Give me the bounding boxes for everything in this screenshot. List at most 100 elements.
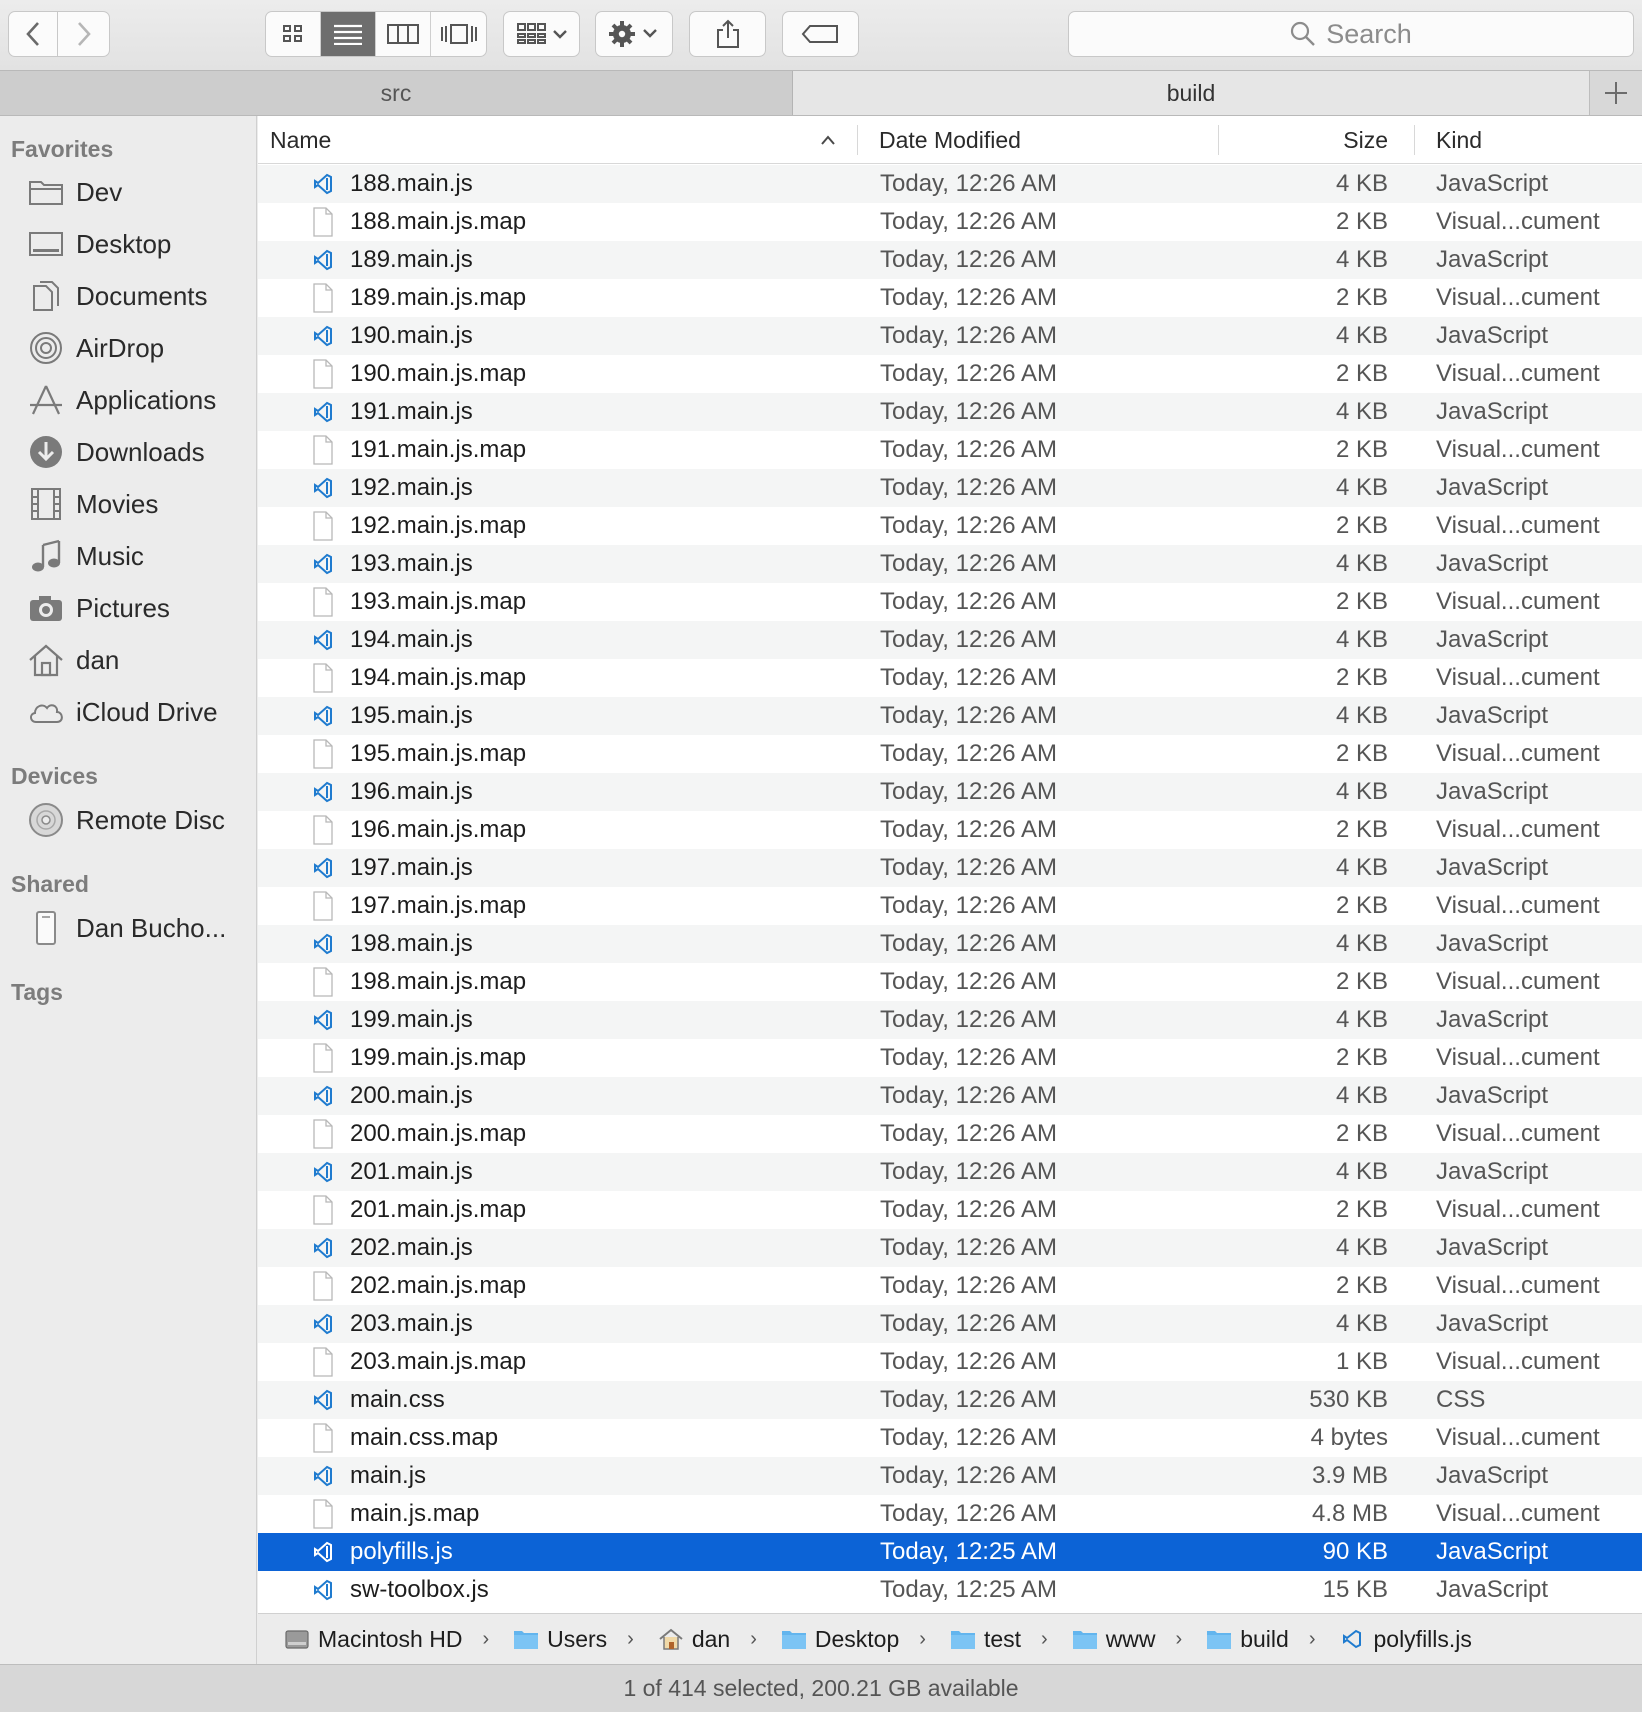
path-segment[interactable]: Macintosh HD › [284, 1626, 489, 1653]
tab-src[interactable]: src [0, 71, 793, 115]
file-row[interactable]: 194.main.js.map Today, 12:26 AM 2 KB Visual… [258, 659, 1642, 697]
icon-view-button[interactable] [266, 12, 321, 56]
file-size: 2 KB [1335, 208, 1388, 235]
file-row[interactable]: 197.main.js.map Today, 12:26 AM 2 KB Visual… [258, 887, 1642, 925]
file-row[interactable]: 194.main.js Today, 12:26 AM 4 KB JavaScript [258, 621, 1642, 659]
chevron-right-icon: › [1175, 1627, 1183, 1650]
file-size: 15 KB [1322, 1576, 1388, 1603]
document-icon [313, 1195, 333, 1225]
vscode-file-icon [314, 1389, 332, 1411]
file-kind: JavaScript [1436, 1576, 1549, 1603]
file-row[interactable]: 201.main.js Today, 12:26 AM 4 KB JavaScript [258, 1153, 1642, 1191]
file-row[interactable]: 200.main.js Today, 12:26 AM 4 KB JavaScript [258, 1077, 1642, 1115]
file-row[interactable]: 202.main.js.map Today, 12:26 AM 2 KB Visual… [258, 1267, 1642, 1305]
file-kind: Visual...cument [1436, 436, 1600, 463]
forward-icon [77, 22, 91, 46]
sidebar-item-documents[interactable]: Documents [0, 272, 256, 320]
sidebar-item-music[interactable]: Music [0, 532, 256, 580]
tab-build[interactable]: build [793, 71, 1590, 115]
file-row[interactable]: main.js Today, 12:26 AM 3.9 MB JavaScript [258, 1457, 1642, 1495]
file-row[interactable]: 202.main.js Today, 12:26 AM 4 KB JavaScript [258, 1229, 1642, 1267]
path-segment[interactable]: dan › [658, 1626, 757, 1653]
desktop-icon [29, 232, 63, 256]
sidebar-item-desktop[interactable]: Desktop [0, 220, 256, 268]
path-segment[interactable]: test › [950, 1626, 1048, 1653]
sidebar-item-dan[interactable]: dan [0, 636, 256, 684]
column-separator [1218, 125, 1219, 155]
column-date-header[interactable]: Date Modified [879, 116, 1021, 164]
tags-button[interactable] [782, 11, 859, 57]
path-segment-label: build [1240, 1625, 1289, 1652]
file-row[interactable]: 188.main.js Today, 12:26 AM 4 KB JavaScript [258, 165, 1642, 203]
sidebar-item-airdrop[interactable]: AirDrop [0, 324, 256, 372]
file-row[interactable]: polyfills.js Today, 12:25 AM 90 KB JavaScri… [258, 1533, 1642, 1571]
file-row[interactable]: 188.main.js.map Today, 12:26 AM 2 KB Visual… [258, 203, 1642, 241]
file-date: Today, 12:26 AM [880, 550, 1057, 577]
document-icon [313, 815, 333, 845]
search-field[interactable]: Search [1068, 11, 1634, 57]
path-segment[interactable]: www › [1072, 1626, 1183, 1653]
forward-button[interactable] [58, 11, 110, 57]
action-button[interactable] [595, 11, 673, 57]
file-row[interactable]: 199.main.js.map Today, 12:26 AM 2 KB Visual… [258, 1039, 1642, 1077]
file-row[interactable]: 196.main.js.map Today, 12:26 AM 2 KB Visual… [258, 811, 1642, 849]
file-name: 202.main.js.map [350, 1272, 527, 1299]
file-row[interactable]: 195.main.js.map Today, 12:26 AM 2 KB Visual… [258, 735, 1642, 773]
file-row[interactable]: 190.main.js.map Today, 12:26 AM 2 KB Visual… [258, 355, 1642, 393]
path-segment[interactable]: Desktop › [781, 1626, 926, 1653]
list-view-button[interactable] [321, 12, 376, 56]
file-row[interactable]: 203.main.js.map Today, 12:26 AM 1 KB Visual… [258, 1343, 1642, 1381]
cover-flow-view-button[interactable] [431, 12, 486, 56]
path-segment[interactable]: polyfills.js [1339, 1626, 1472, 1653]
column-name-header[interactable]: Name [270, 116, 331, 164]
file-row[interactable]: 191.main.js.map Today, 12:26 AM 2 KB Visual… [258, 431, 1642, 469]
file-row[interactable]: main.js.map Today, 12:26 AM 4.8 MB Visual..… [258, 1495, 1642, 1533]
file-size: 4 KB [1335, 702, 1388, 729]
sidebar-item-icloud-drive[interactable]: iCloud Drive [0, 688, 256, 736]
file-row[interactable]: 191.main.js Today, 12:26 AM 4 KB JavaScript [258, 393, 1642, 431]
file-row[interactable]: 189.main.js Today, 12:26 AM 4 KB JavaScript [258, 241, 1642, 279]
file-row[interactable]: 192.main.js Today, 12:26 AM 4 KB JavaScript [258, 469, 1642, 507]
document-icon [313, 967, 333, 997]
column-size-header[interactable]: Size [1343, 116, 1388, 164]
file-row[interactable]: 201.main.js.map Today, 12:26 AM 2 KB Visual… [258, 1191, 1642, 1229]
sidebar-item-pictures[interactable]: Pictures [0, 584, 256, 632]
file-kind: Visual...cument [1436, 1196, 1600, 1223]
column-kind-header[interactable]: Kind [1436, 116, 1482, 164]
sidebar-item-remote-disc[interactable]: Remote Disc [0, 796, 256, 844]
sidebar-item-applications[interactable]: Applications [0, 376, 256, 424]
file-row[interactable]: 203.main.js Today, 12:26 AM 4 KB JavaScript [258, 1305, 1642, 1343]
file-row[interactable]: 198.main.js.map Today, 12:26 AM 2 KB Visual… [258, 963, 1642, 1001]
document-icon [313, 663, 333, 693]
file-row[interactable]: 200.main.js.map Today, 12:26 AM 2 KB Visual… [258, 1115, 1642, 1153]
file-size: 1 KB [1335, 1348, 1388, 1375]
back-button[interactable] [8, 11, 58, 57]
file-row[interactable]: 192.main.js.map Today, 12:26 AM 2 KB Visual… [258, 507, 1642, 545]
file-row[interactable]: main.css Today, 12:26 AM 530 KB CSS [258, 1381, 1642, 1419]
file-kind: Visual...cument [1436, 360, 1600, 387]
file-row[interactable]: sw-toolbox.js Today, 12:25 AM 15 KB JavaScr… [258, 1571, 1642, 1609]
sidebar-item-movies[interactable]: Movies [0, 480, 256, 528]
file-row[interactable]: 189.main.js.map Today, 12:26 AM 2 KB Visual… [258, 279, 1642, 317]
file-row[interactable]: 195.main.js Today, 12:26 AM 4 KB JavaScript [258, 697, 1642, 735]
path-segment[interactable]: build › [1206, 1626, 1315, 1653]
file-date: Today, 12:26 AM [880, 1386, 1057, 1413]
path-segment[interactable]: Users › [513, 1626, 634, 1653]
column-view-button[interactable] [376, 12, 431, 56]
file-row[interactable]: 193.main.js.map Today, 12:26 AM 2 KB Visual… [258, 583, 1642, 621]
status-bar: 1 of 414 selected, 200.21 GB available [0, 1664, 1642, 1712]
file-row[interactable]: 197.main.js Today, 12:26 AM 4 KB JavaScript [258, 849, 1642, 887]
file-row[interactable]: 199.main.js Today, 12:26 AM 4 KB JavaScript [258, 1001, 1642, 1039]
file-row[interactable]: 190.main.js Today, 12:26 AM 4 KB JavaScript [258, 317, 1642, 355]
sidebar-item-dan-bucho[interactable]: Dan Bucho... [0, 904, 256, 952]
vscode-file-icon [314, 553, 332, 575]
share-button[interactable] [689, 11, 766, 57]
sidebar-item-downloads[interactable]: Downloads [0, 428, 256, 476]
file-row[interactable]: main.css.map Today, 12:26 AM 4 bytes Visual… [258, 1419, 1642, 1457]
new-tab-button[interactable] [1590, 71, 1642, 115]
sidebar-item-dev[interactable]: Dev [0, 168, 256, 216]
file-row[interactable]: 196.main.js Today, 12:26 AM 4 KB JavaScript [258, 773, 1642, 811]
arrange-button[interactable] [503, 11, 580, 57]
file-row[interactable]: 193.main.js Today, 12:26 AM 4 KB JavaScript [258, 545, 1642, 583]
file-row[interactable]: 198.main.js Today, 12:26 AM 4 KB JavaScript [258, 925, 1642, 963]
